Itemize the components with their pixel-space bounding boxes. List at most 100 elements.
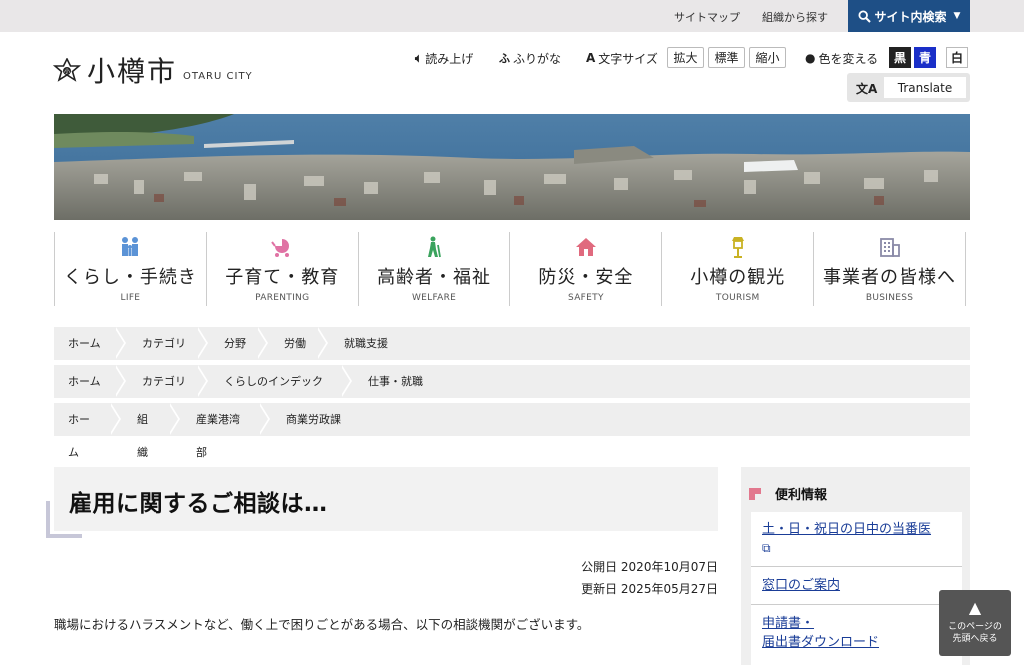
category-sublabel: LIFE bbox=[120, 293, 141, 303]
arrow-up-icon: ▲ bbox=[968, 598, 982, 617]
breadcrumb-item[interactable]: カテゴリ bbox=[128, 327, 210, 360]
breadcrumb-item[interactable]: くらしのインデックス bbox=[210, 365, 354, 421]
sidebar-link-label: 申請書・ bbox=[762, 616, 815, 631]
divider bbox=[751, 604, 962, 605]
sidebar-link-counter-guide[interactable]: 窓口のご案内 bbox=[762, 576, 840, 595]
category-sublabel: PARENTING bbox=[255, 293, 310, 303]
palette-icon: ● bbox=[805, 51, 816, 65]
breadcrumb-item[interactable]: 産業港湾部 bbox=[182, 403, 272, 459]
sidebar-link-forms-download[interactable]: 申請書・ 届出書ダウンロード bbox=[762, 614, 879, 652]
category-label: 防災・安全 bbox=[538, 267, 634, 288]
category-safety[interactable]: 防災・安全 SAFETY bbox=[509, 232, 661, 306]
breadcrumb-item: 仕事・就職 bbox=[368, 375, 423, 388]
breadcrumb-item[interactable]: 労働 bbox=[270, 327, 330, 360]
category-label: くらし・手続き bbox=[63, 267, 197, 288]
site-search-button[interactable]: サイト内検索 ▼ bbox=[848, 0, 970, 32]
category-sublabel: SAFETY bbox=[568, 293, 604, 303]
category-sublabel: TOURISM bbox=[715, 293, 760, 303]
text-shrink-button[interactable]: 縮小 bbox=[749, 47, 786, 68]
published-date: 公開日 2020年10月07日 bbox=[581, 560, 718, 574]
furigana-button[interactable]: ふ ふりがな bbox=[499, 48, 561, 68]
intro-text: 職場におけるハラスメントなど、働く上で困りごとがある場合、以下の相談機関がござい… bbox=[54, 617, 590, 632]
category-business[interactable]: 事業者の皆様へ BUSINESS bbox=[813, 232, 966, 306]
read-aloud-label: 読み上げ bbox=[425, 51, 474, 66]
city-name: 小樽市 bbox=[87, 55, 178, 88]
category-nav: くらし・手続き LIFE 子育て・教育 PARENTING 高齢者・福祉 WEL… bbox=[54, 232, 966, 306]
sidebar-link-label: 土・日・祝日の日中の当番医 bbox=[762, 522, 932, 537]
category-label: 事業者の皆様へ bbox=[823, 267, 957, 288]
text-standard-button[interactable]: 標準 bbox=[708, 47, 745, 68]
category-sublabel: BUSINESS bbox=[865, 293, 914, 303]
category-label: 子育て・教育 bbox=[225, 267, 340, 288]
breadcrumb: ホーム カテゴリ くらしのインデックス 仕事・就職 bbox=[54, 365, 970, 421]
color-white-button[interactable]: 白 bbox=[946, 47, 968, 68]
walking-elder-icon bbox=[428, 236, 441, 258]
breadcrumb-item[interactable]: カテゴリ bbox=[128, 365, 210, 398]
utility-bar: サイトマップ 組織から探す サイト内検索 ▼ bbox=[0, 0, 1024, 32]
translate-widget: 文A Translate bbox=[847, 73, 970, 102]
speaker-icon: 🔈︎ bbox=[415, 50, 423, 65]
search-icon bbox=[858, 9, 871, 23]
city-emblem-icon: 小 bbox=[53, 58, 81, 82]
breadcrumb-item: 商業労政課 bbox=[286, 413, 341, 426]
text-enlarge-button[interactable]: 拡大 bbox=[667, 47, 704, 68]
svg-text:小: 小 bbox=[64, 68, 70, 76]
back-to-top-line1: このページの bbox=[948, 622, 1002, 632]
gas-lamp-icon bbox=[731, 237, 744, 258]
sidebar-list: 土・日・祝日の日中の当番医 ⧉ 窓口のご案内 申請書・ 届出書ダウンロード bbox=[751, 512, 962, 665]
house-icon bbox=[575, 238, 596, 256]
org-search-link[interactable]: 組織から探す bbox=[762, 9, 828, 25]
back-to-top-label: このページの 先頭へ戻る bbox=[939, 621, 1011, 645]
sidebar-heading: 便利情報 bbox=[749, 484, 827, 503]
sidebar-link-label: 届出書ダウンロード bbox=[762, 635, 880, 650]
site-search-label: サイト内検索 bbox=[874, 9, 947, 24]
breadcrumb-item[interactable]: 組織 bbox=[123, 403, 182, 459]
back-to-top-line2: 先頭へ戻る bbox=[952, 634, 998, 644]
building-icon bbox=[879, 238, 900, 257]
category-welfare[interactable]: 高齢者・福祉 WELFARE bbox=[357, 232, 510, 306]
translate-icon: 文A bbox=[856, 82, 878, 96]
page-title-box: 雇用に関するご相談は… bbox=[54, 467, 718, 531]
city-name-roman: OTARU CITY bbox=[183, 71, 253, 82]
sidebar-useful-info: 便利情報 土・日・祝日の日中の当番医 ⧉ 窓口のご案内 申請書・ 届出書ダウンロ… bbox=[741, 467, 970, 665]
sidebar-heading-label: 便利情報 bbox=[775, 488, 828, 503]
furigana-icon: ふ bbox=[499, 52, 510, 65]
color-change-label: 色を変える bbox=[818, 51, 879, 66]
category-label: 小樽の観光 bbox=[690, 267, 786, 288]
sitemap-link[interactable]: サイトマップ bbox=[674, 9, 740, 25]
category-parenting[interactable]: 子育て・教育 PARENTING bbox=[205, 232, 358, 306]
breadcrumb: ホーム 組織 産業港湾部 商業労政課 bbox=[54, 403, 970, 459]
color-black-button[interactable]: 黒 bbox=[889, 47, 911, 68]
category-label: 高齢者・福祉 bbox=[377, 267, 492, 288]
sidebar-link-holiday-doctor[interactable]: 土・日・祝日の日中の当番医 ⧉ bbox=[762, 520, 931, 558]
category-life[interactable]: くらし・手続き LIFE bbox=[54, 232, 206, 306]
furigana-label: ふりがな bbox=[513, 51, 562, 66]
breadcrumb: ホーム カテゴリ 分野 労働 就職支援 bbox=[54, 327, 970, 360]
text-size-label: 文字サイズ bbox=[598, 51, 658, 66]
read-aloud-button[interactable]: 🔈︎ 読み上げ bbox=[415, 48, 473, 68]
hero-city-photo bbox=[54, 114, 970, 220]
breadcrumb-item[interactable]: ホーム bbox=[54, 403, 123, 459]
breadcrumb-item[interactable]: 分野 bbox=[210, 327, 270, 360]
breadcrumb-item: 就職支援 bbox=[344, 337, 388, 350]
heading-marker-icon bbox=[749, 487, 761, 500]
breadcrumb-item[interactable]: ホーム bbox=[54, 327, 128, 360]
updated-date: 更新日 2025年05月27日 bbox=[581, 582, 718, 596]
color-change-label-group: ● 色を変える bbox=[805, 48, 878, 68]
stroller-icon bbox=[271, 239, 290, 257]
breadcrumb-item[interactable]: ホーム bbox=[54, 365, 128, 398]
back-to-top-button[interactable]: ▲ このページの 先頭へ戻る bbox=[939, 590, 1011, 656]
font-size-icon: A bbox=[586, 51, 596, 65]
translate-button[interactable]: Translate bbox=[884, 77, 966, 98]
page-title: 雇用に関するご相談は… bbox=[69, 491, 328, 517]
color-blue-button[interactable]: 青 bbox=[914, 47, 936, 68]
category-tourism[interactable]: 小樽の観光 TOURISM bbox=[661, 232, 813, 306]
family-icon bbox=[122, 237, 139, 256]
caret-down-icon: ▼ bbox=[953, 11, 961, 21]
external-window-icon: ⧉ bbox=[762, 541, 771, 555]
category-sublabel: WELFARE bbox=[411, 293, 457, 303]
city-logo[interactable]: 小 小樽市 OTARU CITY bbox=[53, 56, 253, 88]
divider bbox=[751, 566, 962, 567]
title-accent-decoration bbox=[46, 501, 82, 538]
text-size-label-group: A 文字サイズ bbox=[586, 48, 658, 68]
